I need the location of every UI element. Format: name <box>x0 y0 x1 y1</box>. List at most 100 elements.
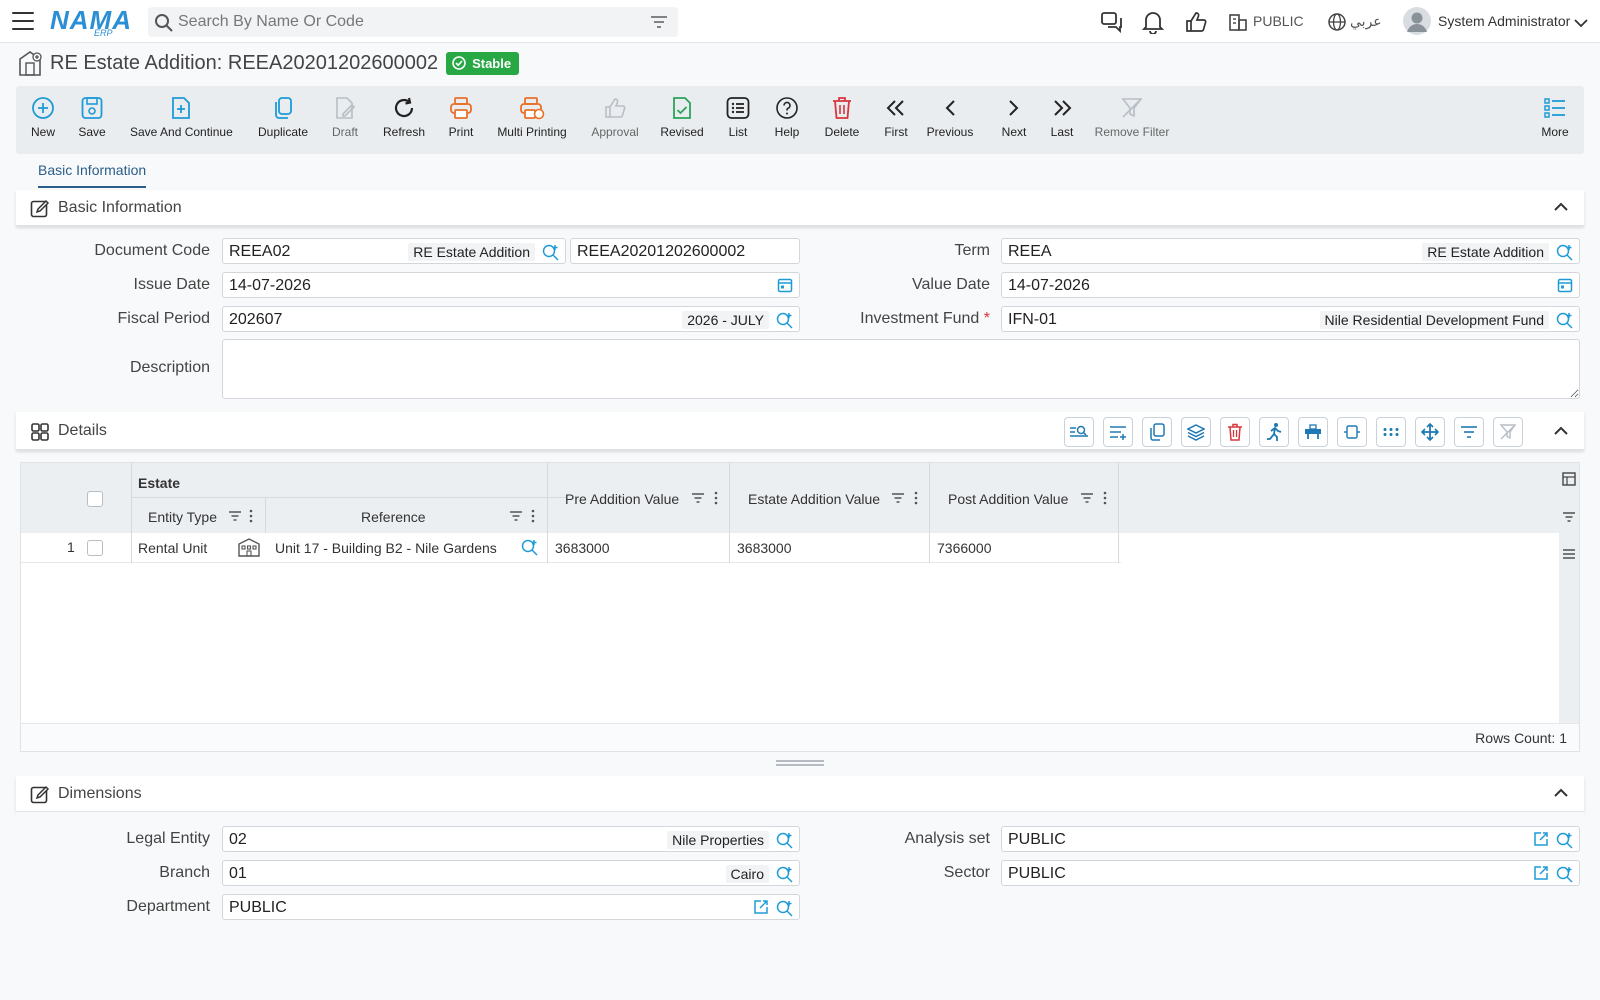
column-header-pre-addition-value[interactable]: Pre Addition Value <box>565 491 679 507</box>
column-menu-icon[interactable] <box>714 491 718 508</box>
row-checkbox[interactable] <box>87 540 103 556</box>
approval-button[interactable]: Approval <box>590 94 640 139</box>
dots-grid-icon[interactable] <box>1376 417 1406 447</box>
column-header-reference[interactable]: Reference <box>361 509 426 525</box>
user-name[interactable]: System Administrator <box>1438 13 1570 29</box>
chevron-down-icon[interactable] <box>1574 15 1588 31</box>
cell-pre-addition-value[interactable]: 3683000 <box>555 540 610 556</box>
table-settings-button[interactable] <box>1298 417 1328 447</box>
menu-icon[interactable] <box>12 12 34 30</box>
issue-date-field[interactable]: 14-07-2026 <box>222 272 800 298</box>
column-menu-icon[interactable] <box>1103 491 1107 508</box>
value-date-field[interactable]: 14-07-2026 <box>1001 272 1580 298</box>
avatar[interactable] <box>1402 6 1432 39</box>
language-switch[interactable]: عربي <box>1350 13 1382 30</box>
analysis-set-field[interactable]: PUBLIC <box>1001 826 1580 852</box>
cell-post-addition-value[interactable]: 7366000 <box>937 540 992 556</box>
calendar-icon[interactable] <box>777 277 793 296</box>
grid-resize-handle[interactable] <box>776 760 824 766</box>
delete-row-button[interactable] <box>1220 417 1250 447</box>
lookup-search-icon[interactable] <box>521 538 539 559</box>
first-button[interactable]: First <box>882 94 910 139</box>
filters-panel-icon[interactable] <box>1562 510 1576 526</box>
dimensions-header[interactable]: Dimensions <box>16 776 1584 812</box>
chevron-up-icon[interactable] <box>1554 200 1568 216</box>
delete-button[interactable]: Delete <box>824 94 860 139</box>
add-row-button[interactable] <box>1103 417 1133 447</box>
next-button[interactable]: Next <box>1000 94 1028 139</box>
grid-search-button[interactable] <box>1064 417 1094 447</box>
multi-printing-button[interactable]: Multi Printing <box>496 94 568 139</box>
logo[interactable]: NAMA ERP <box>50 6 132 38</box>
chevron-up-icon[interactable] <box>1554 424 1568 440</box>
tab-basic-information[interactable]: Basic Information <box>38 162 147 188</box>
copy-rows-button[interactable] <box>1142 417 1172 447</box>
running-person-icon[interactable] <box>1259 417 1289 447</box>
revised-button[interactable]: Revised <box>660 94 704 139</box>
company-selector[interactable]: PUBLIC <box>1253 13 1304 29</box>
column-filter-icon[interactable] <box>228 509 242 525</box>
duplicate-button[interactable]: Duplicate <box>258 94 308 139</box>
column-menu-icon[interactable] <box>531 509 535 526</box>
column-header-post-addition-value[interactable]: Post Addition Value <box>948 491 1068 507</box>
filter-icon[interactable] <box>1454 417 1484 447</box>
save-and-continue-button[interactable]: Save And Continue <box>130 94 233 139</box>
draft-button[interactable]: Draft <box>330 94 360 139</box>
cell-entity-type[interactable]: Rental Unit <box>138 540 207 556</box>
save-button[interactable]: Save <box>78 94 106 139</box>
previous-button[interactable]: Previous <box>926 94 974 139</box>
help-button[interactable]: Help <box>774 94 800 139</box>
last-button[interactable]: Last <box>1048 94 1076 139</box>
lookup-search-icon[interactable] <box>1556 831 1574 852</box>
filter-off-icon[interactable] <box>1493 417 1523 447</box>
move-icon[interactable] <box>1415 417 1445 447</box>
fiscal-period-field[interactable]: 202607 2026 - JULY <box>222 306 800 332</box>
chat-icon[interactable] <box>1100 10 1124 37</box>
open-link-icon[interactable] <box>1533 831 1549 850</box>
notification-bell-icon[interactable] <box>1141 10 1165 37</box>
list-button[interactable]: List <box>726 94 750 139</box>
column-menu-icon[interactable] <box>914 491 918 508</box>
column-filter-icon[interactable] <box>891 491 905 507</box>
select-all-checkbox[interactable] <box>87 491 103 507</box>
refresh-button[interactable]: Refresh <box>382 94 426 139</box>
table-row[interactable]: 1 Rental Unit Unit 17 - Building B2 - Ni… <box>21 533 1121 563</box>
remove-filter-button[interactable]: Remove Filter <box>1094 94 1170 139</box>
more-button[interactable]: More <box>1540 94 1570 139</box>
open-link-icon[interactable] <box>753 899 769 918</box>
legal-entity-field[interactable]: 02 Nile Properties <box>222 826 800 852</box>
branch-field[interactable]: 01 Cairo <box>222 860 800 886</box>
thumbs-up-icon[interactable] <box>1184 10 1208 37</box>
basic-information-header[interactable]: Basic Information <box>16 190 1584 226</box>
new-button[interactable]: New <box>30 94 56 139</box>
lookup-search-icon[interactable] <box>776 831 794 852</box>
lookup-search-icon[interactable] <box>776 865 794 886</box>
lookup-search-icon[interactable] <box>1556 311 1574 332</box>
column-header-estate-addition-value[interactable]: Estate Addition Value <box>748 491 880 507</box>
rows-panel-icon[interactable] <box>1562 547 1576 563</box>
layers-button[interactable] <box>1181 417 1211 447</box>
column-header-entity-type[interactable]: Entity Type <box>148 509 217 525</box>
column-menu-icon[interactable] <box>249 509 253 526</box>
lookup-search-icon[interactable] <box>776 899 794 920</box>
search-input[interactable] <box>178 7 638 37</box>
sector-field[interactable]: PUBLIC <box>1001 860 1580 886</box>
cell-estate-addition-value[interactable]: 3683000 <box>737 540 792 556</box>
filter-icon[interactable] <box>650 14 668 33</box>
description-textarea[interactable] <box>222 339 1580 399</box>
open-link-icon[interactable] <box>1533 865 1549 884</box>
chevron-up-icon[interactable] <box>1554 786 1568 802</box>
lookup-search-icon[interactable] <box>776 311 794 332</box>
department-field[interactable]: PUBLIC <box>222 894 800 920</box>
lookup-search-icon[interactable] <box>542 243 560 264</box>
lookup-search-icon[interactable] <box>1556 865 1574 886</box>
column-filter-icon[interactable] <box>1080 491 1094 507</box>
column-filter-icon[interactable] <box>509 509 523 525</box>
lookup-search-icon[interactable] <box>1556 243 1574 264</box>
column-fit-button[interactable] <box>1337 417 1367 447</box>
document-number-field[interactable]: REEA20201202600002 <box>570 238 800 264</box>
term-field[interactable]: REEA RE Estate Addition <box>1001 238 1580 264</box>
calendar-icon[interactable] <box>1557 277 1573 296</box>
column-filter-icon[interactable] <box>691 491 705 507</box>
investment-fund-field[interactable]: IFN-01 Nile Residential Development Fund <box>1001 306 1580 332</box>
